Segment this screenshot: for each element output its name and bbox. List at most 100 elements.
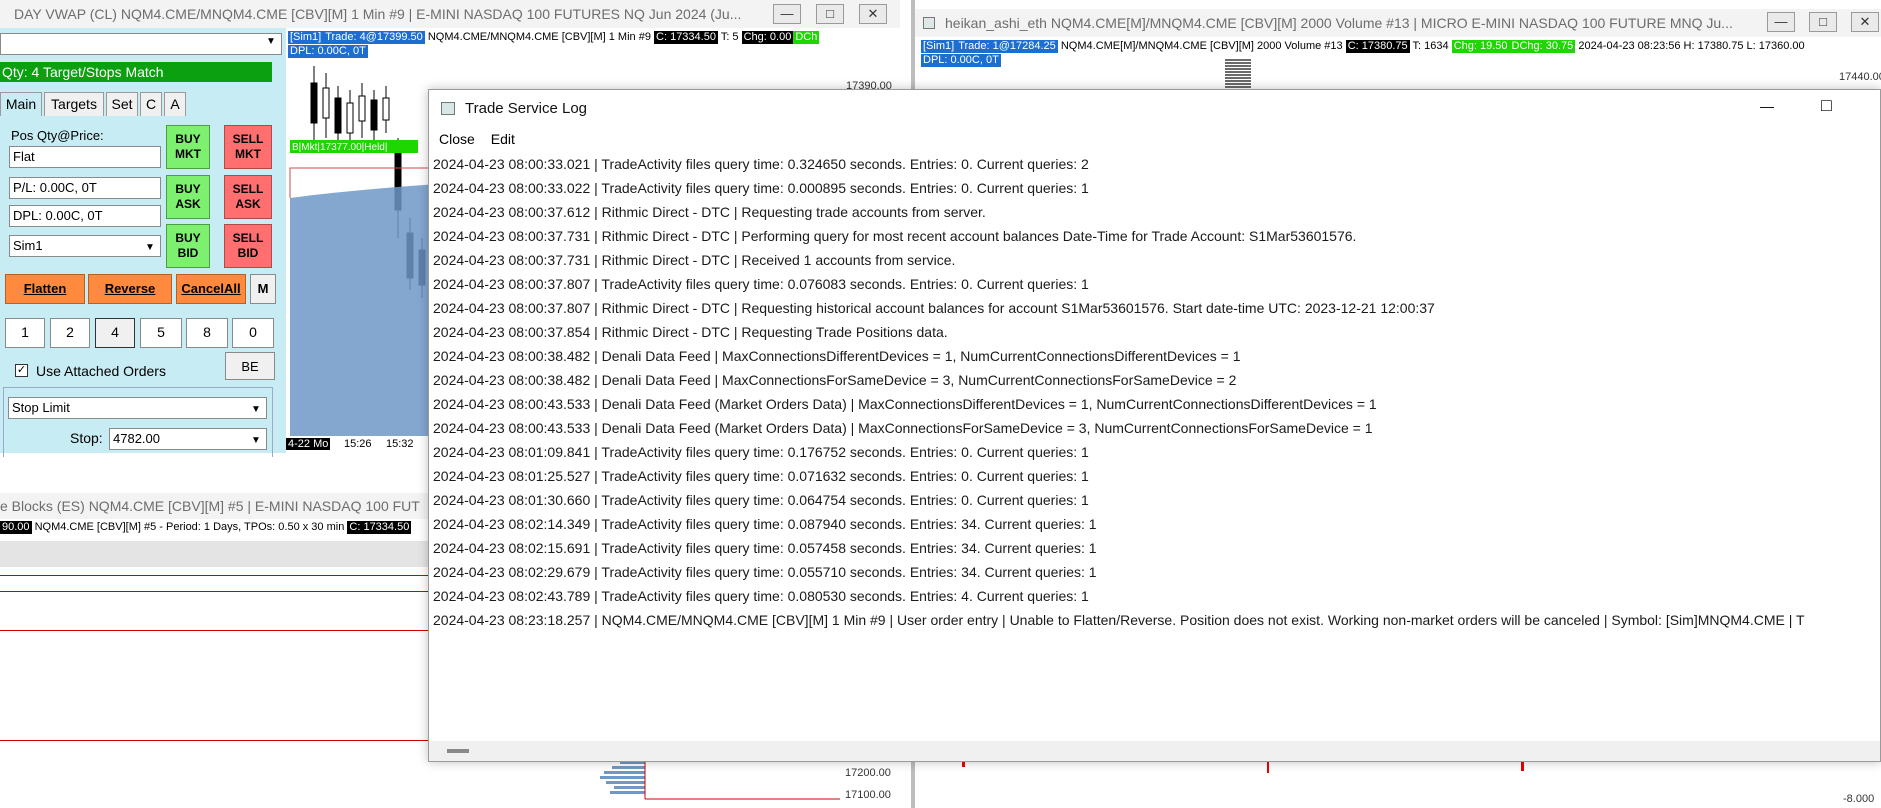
red-line-4	[0, 740, 430, 741]
red-line-1	[0, 575, 430, 576]
log-line: 2024-04-23 08:01:25.527 | TradeActivity …	[433, 468, 1089, 484]
chevron-down-icon: ▼	[251, 404, 261, 415]
maximize-button[interactable]: □	[1821, 95, 1832, 116]
m-button[interactable]: M	[250, 274, 276, 304]
quantity-button-4[interactable]: 4	[95, 318, 135, 348]
quantity-button-8[interactable]: 8	[186, 318, 228, 348]
menu-close[interactable]: Close	[439, 131, 475, 147]
right-chart-titlebar[interactable]: heikan_ashi_eth NQM4.CME[M]/MNQM4.CME [C…	[915, 9, 1881, 37]
left-chart-title: DAY VWAP (CL) NQM4.CME/MNQM4.CME [CBV][M…	[14, 6, 742, 22]
tab-a[interactable]: A	[164, 92, 186, 116]
break-even-button[interactable]: BE	[225, 352, 275, 380]
close-button[interactable]: ✕	[859, 4, 887, 24]
scrollbar-thumb[interactable]	[447, 749, 469, 753]
buy-market-button[interactable]: BUY MKT	[166, 125, 210, 169]
right-close-price: C: 17380.75	[1345, 40, 1410, 53]
log-line: 2024-04-23 08:00:37.807 | Rithmic Direct…	[433, 300, 1435, 316]
right-ohlc-info: 2024-04-23 08:23:56 H: 17380.75 L: 17360…	[1578, 40, 1805, 52]
log-line: 2024-04-23 08:00:43.533 | Denali Data Fe…	[433, 396, 1377, 412]
use-attached-label: Use Attached Orders	[36, 363, 166, 379]
log-titlebar[interactable]: Trade Service Log — □	[429, 90, 1880, 128]
right-symbol-label: NQM4.CME[M]/MNQM4.CME [CBV][M] 2000 Volu…	[1060, 40, 1343, 52]
horizontal-scrollbar[interactable]	[429, 741, 1880, 761]
right-last-trade: Trade: 1@17284.25	[956, 40, 1058, 53]
right-sim-tag: [Sim1]	[921, 40, 957, 53]
stop-price-input[interactable]: 4782.00 ▼	[109, 428, 267, 450]
right-price-bottom: -8.000	[1843, 793, 1875, 805]
tab-targets[interactable]: Targets	[44, 92, 104, 116]
sell-market-button[interactable]: SELL MKT	[224, 125, 272, 169]
log-line: 2024-04-23 08:01:09.841 | TradeActivity …	[433, 444, 1089, 460]
dpl-field: DPL: 0.00C, 0T	[9, 205, 161, 227]
order-type-select[interactable]: Stop Limit ▼	[8, 397, 267, 419]
right-daily-change: DChg: 30.75	[1509, 40, 1576, 53]
menu-edit[interactable]: Edit	[491, 131, 515, 147]
log-line: 2024-04-23 08:01:30.660 | TradeActivity …	[433, 492, 1089, 508]
maximize-button[interactable]: □	[1809, 12, 1837, 32]
date-tick: 4-22 Mo	[286, 438, 331, 450]
log-line: 2024-04-23 08:00:43.533 | Denali Data Fe…	[433, 420, 1373, 436]
right-chart-title: heikan_ashi_eth NQM4.CME[M]/MNQM4.CME [C…	[945, 15, 1733, 31]
log-line: 2024-04-23 08:00:38.482 | Denali Data Fe…	[433, 372, 1237, 388]
bottom-price-2: 17100.00	[845, 789, 891, 801]
bottom-close-price: C: 17334.50	[347, 521, 412, 534]
use-attached-checkbox[interactable]: ✓	[15, 364, 28, 377]
grey-band	[0, 541, 430, 567]
left-chart-titlebar[interactable]: DAY VWAP (CL) NQM4.CME/MNQM4.CME [CBV][M…	[0, 0, 900, 28]
sell-bid-button[interactable]: SELL BID	[224, 224, 272, 268]
flatten-button[interactable]: Flatten	[5, 274, 85, 304]
log-line: 2024-04-23 08:23:18.257 | NQM4.CME/MNQM4…	[433, 612, 1805, 628]
quantity-button-1[interactable]: 1	[5, 318, 45, 348]
right-price-top: 17440.00	[1839, 71, 1881, 83]
right-chart-info-bar: [Sim1] Trade: 1@17284.25 NQM4.CME[M]/MNQM…	[921, 40, 1805, 54]
quantity-button-5[interactable]: 5	[140, 318, 182, 348]
right-tick-count: T: 1634	[1412, 40, 1449, 52]
log-line: 2024-04-23 08:02:15.691 | TradeActivity …	[433, 540, 1097, 556]
quantity-button-0[interactable]: 0	[232, 318, 274, 348]
bottom-chart-info-bar: 90.00 NQM4.CME [CBV][M] #5 - Period: 1 D…	[0, 521, 412, 535]
tab-set[interactable]: Set	[106, 92, 138, 116]
close-button[interactable]: ✕	[1851, 12, 1879, 32]
chevron-down-icon: ▼	[145, 242, 155, 253]
trade-panel: ▼ Qty: 4 Target/Stops Match Main Targets…	[0, 28, 286, 457]
account-select[interactable]: Sim1 ▼	[9, 235, 161, 257]
bottom-symbol-label: NQM4.CME [CBV][M] #5 - Period: 1 Days, T…	[34, 521, 345, 533]
cancel-all-button[interactable]: CancelAll	[176, 274, 246, 304]
chevron-down-icon: ▼	[251, 435, 261, 446]
bottom-chart-title: e Blocks (ES) NQM4.CME [CBV][M] #5 | E-M…	[0, 498, 420, 514]
log-line: 2024-04-23 08:00:33.022 | TradeActivity …	[433, 180, 1089, 196]
qty-status-bar: Qty: 4 Target/Stops Match	[0, 62, 272, 82]
right-dpl: DPL: 0.00C, 0T	[921, 54, 1001, 67]
log-line: 2024-04-23 08:00:37.612 | Rithmic Direct…	[433, 204, 986, 220]
minimize-button[interactable]: —	[1760, 98, 1774, 114]
minimize-button[interactable]: —	[773, 4, 801, 24]
stop-label: Stop:	[70, 430, 103, 446]
trade-service-log-window: Trade Service Log — □ Close Edit 2024-04-…	[428, 89, 1881, 762]
time-tick-1: 15:26	[344, 438, 372, 450]
log-line: 2024-04-23 08:02:43.789 | TradeActivity …	[433, 588, 1089, 604]
reverse-button[interactable]: Reverse	[88, 274, 172, 304]
sell-ask-button[interactable]: SELL ASK	[224, 175, 272, 219]
log-line: 2024-04-23 08:02:14.349 | TradeActivity …	[433, 516, 1097, 532]
chevron-down-icon: ▼	[266, 36, 276, 47]
position-field: Flat	[9, 146, 161, 168]
volume-profile	[1225, 59, 1251, 89]
log-line: 2024-04-23 08:00:37.807 | TradeActivity …	[433, 276, 1089, 292]
account-dropdown-top[interactable]: ▼	[0, 33, 282, 55]
pos-qty-label: Pos Qty@Price:	[11, 128, 104, 143]
pl-field: P/L: 0.00C, 0T	[9, 177, 161, 199]
window-icon	[441, 102, 455, 115]
log-list[interactable]: 2024-04-23 08:00:33.021 | TradeActivity …	[433, 152, 1878, 632]
log-line: 2024-04-23 08:00:37.854 | Rithmic Direct…	[433, 324, 948, 340]
minimize-button[interactable]: —	[1767, 12, 1795, 32]
tab-main[interactable]: Main	[0, 92, 42, 116]
log-title: Trade Service Log	[465, 100, 588, 117]
buy-ask-button[interactable]: BUY ASK	[166, 175, 210, 219]
buy-bid-button[interactable]: BUY BID	[166, 224, 210, 268]
window-icon	[923, 17, 935, 29]
maximize-button[interactable]: □	[816, 4, 844, 24]
tab-c[interactable]: C	[140, 92, 162, 116]
log-line: 2024-04-23 08:00:33.021 | TradeActivity …	[433, 156, 1089, 172]
quantity-button-2[interactable]: 2	[50, 318, 90, 348]
red-line-2	[0, 591, 430, 592]
